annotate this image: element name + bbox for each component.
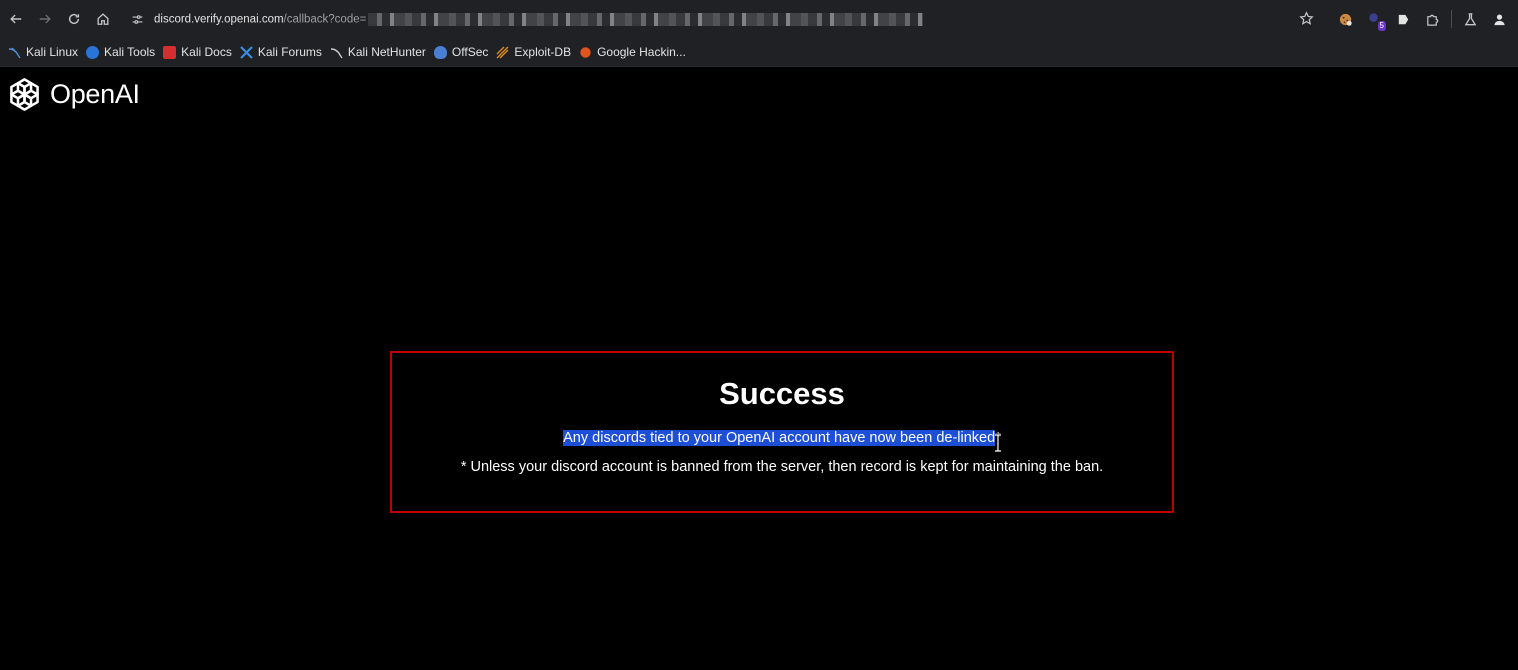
reload-icon bbox=[68, 13, 79, 25]
site-info-button[interactable] bbox=[120, 5, 154, 33]
toolbar-separator bbox=[1451, 10, 1452, 28]
extension-badge: 5 bbox=[1377, 21, 1386, 31]
kali-docs-icon bbox=[163, 45, 177, 59]
puzzle-icon bbox=[1427, 14, 1439, 26]
bookmark-google-hacking[interactable]: Google Hackin... bbox=[577, 41, 692, 63]
url-host: discord.verify.openai.com bbox=[154, 13, 284, 26]
chat-bubble-icon bbox=[1398, 14, 1409, 24]
bookmarks-bar: Kali Linux Kali Tools Kali Docs Kali For… bbox=[0, 38, 1518, 67]
exploit-db-icon bbox=[496, 46, 509, 59]
success-message: Any discords tied to your OpenAI account… bbox=[392, 430, 1172, 446]
kali-nethunter-icon bbox=[330, 46, 343, 59]
openai-logo-icon bbox=[10, 78, 39, 111]
logo-text: OpenAI bbox=[50, 79, 140, 109]
extensions-area: 5 bbox=[1331, 0, 1518, 38]
extensions-menu-button[interactable] bbox=[1418, 4, 1447, 34]
kali-dragon-icon bbox=[8, 46, 21, 59]
bookmark-kali-linux[interactable]: Kali Linux bbox=[6, 41, 84, 63]
address-bar[interactable]: discord.verify.openai.com/callback?code= bbox=[120, 5, 1324, 33]
chat-extension-button[interactable] bbox=[1389, 4, 1418, 34]
cookie-extension-button[interactable] bbox=[1331, 4, 1360, 34]
redacted-code bbox=[368, 12, 924, 26]
reload-button[interactable] bbox=[59, 4, 88, 34]
bookmark-label: OffSec bbox=[451, 45, 489, 59]
bookmark-label: Kali Docs bbox=[181, 45, 232, 59]
bookmark-star-button[interactable] bbox=[1299, 11, 1314, 31]
bookmark-offsec[interactable]: OffSec bbox=[432, 41, 494, 63]
back-button[interactable] bbox=[1, 4, 30, 34]
home-icon bbox=[97, 13, 108, 25]
home-button[interactable] bbox=[88, 4, 117, 34]
ban-note: * Unless your discord account is banned … bbox=[460, 459, 1104, 475]
person-icon bbox=[1494, 14, 1505, 25]
bookmark-label: Exploit-DB bbox=[514, 45, 572, 59]
url-path: /callback?code= bbox=[283, 13, 367, 26]
bookmark-label: Google Hackin... bbox=[597, 45, 686, 59]
bookmark-kali-docs[interactable]: Kali Docs bbox=[161, 41, 238, 63]
url-text: discord.verify.openai.com/callback?code= bbox=[154, 12, 924, 26]
success-card: Success Any discords tied to your OpenAI… bbox=[390, 351, 1174, 513]
purple-extension-button[interactable]: 5 bbox=[1360, 4, 1389, 34]
success-title: Success bbox=[719, 376, 845, 411]
flask-icon bbox=[1464, 12, 1477, 25]
openai-logo[interactable]: OpenAI bbox=[5, 75, 140, 114]
profile-button[interactable] bbox=[1485, 4, 1514, 34]
cookie-icon bbox=[1339, 13, 1352, 26]
back-arrow-icon bbox=[9, 14, 21, 24]
offsec-icon bbox=[433, 45, 447, 59]
page-content: OpenAI Success Any discords tied to your… bbox=[0, 67, 1518, 670]
bookmark-kali-forums[interactable]: Kali Forums bbox=[238, 41, 328, 63]
bookmark-kali-tools[interactable]: Kali Tools bbox=[84, 41, 161, 63]
kali-tools-icon bbox=[86, 45, 100, 59]
labs-button[interactable] bbox=[1456, 4, 1485, 34]
bookmark-label: Kali NetHunter bbox=[347, 45, 426, 59]
forward-button[interactable] bbox=[30, 4, 59, 34]
forward-arrow-icon bbox=[39, 14, 51, 24]
bookmark-kali-nethunter[interactable]: Kali NetHunter bbox=[328, 41, 432, 63]
selected-text: Any discords tied to your OpenAI account… bbox=[563, 430, 996, 446]
star-icon bbox=[1299, 11, 1314, 25]
kali-forums-icon bbox=[240, 45, 253, 59]
google-hacking-icon bbox=[580, 46, 591, 58]
bookmark-label: Kali Linux bbox=[26, 45, 79, 59]
browser-toolbar: discord.verify.openai.com/callback?code=… bbox=[0, 0, 1518, 38]
bookmark-label: Kali Forums bbox=[257, 45, 322, 59]
bookmark-exploit-db[interactable]: Exploit-DB bbox=[494, 41, 577, 63]
bookmark-label: Kali Tools bbox=[104, 45, 156, 59]
tune-icon bbox=[132, 14, 142, 24]
text-cursor-icon bbox=[995, 434, 1001, 452]
